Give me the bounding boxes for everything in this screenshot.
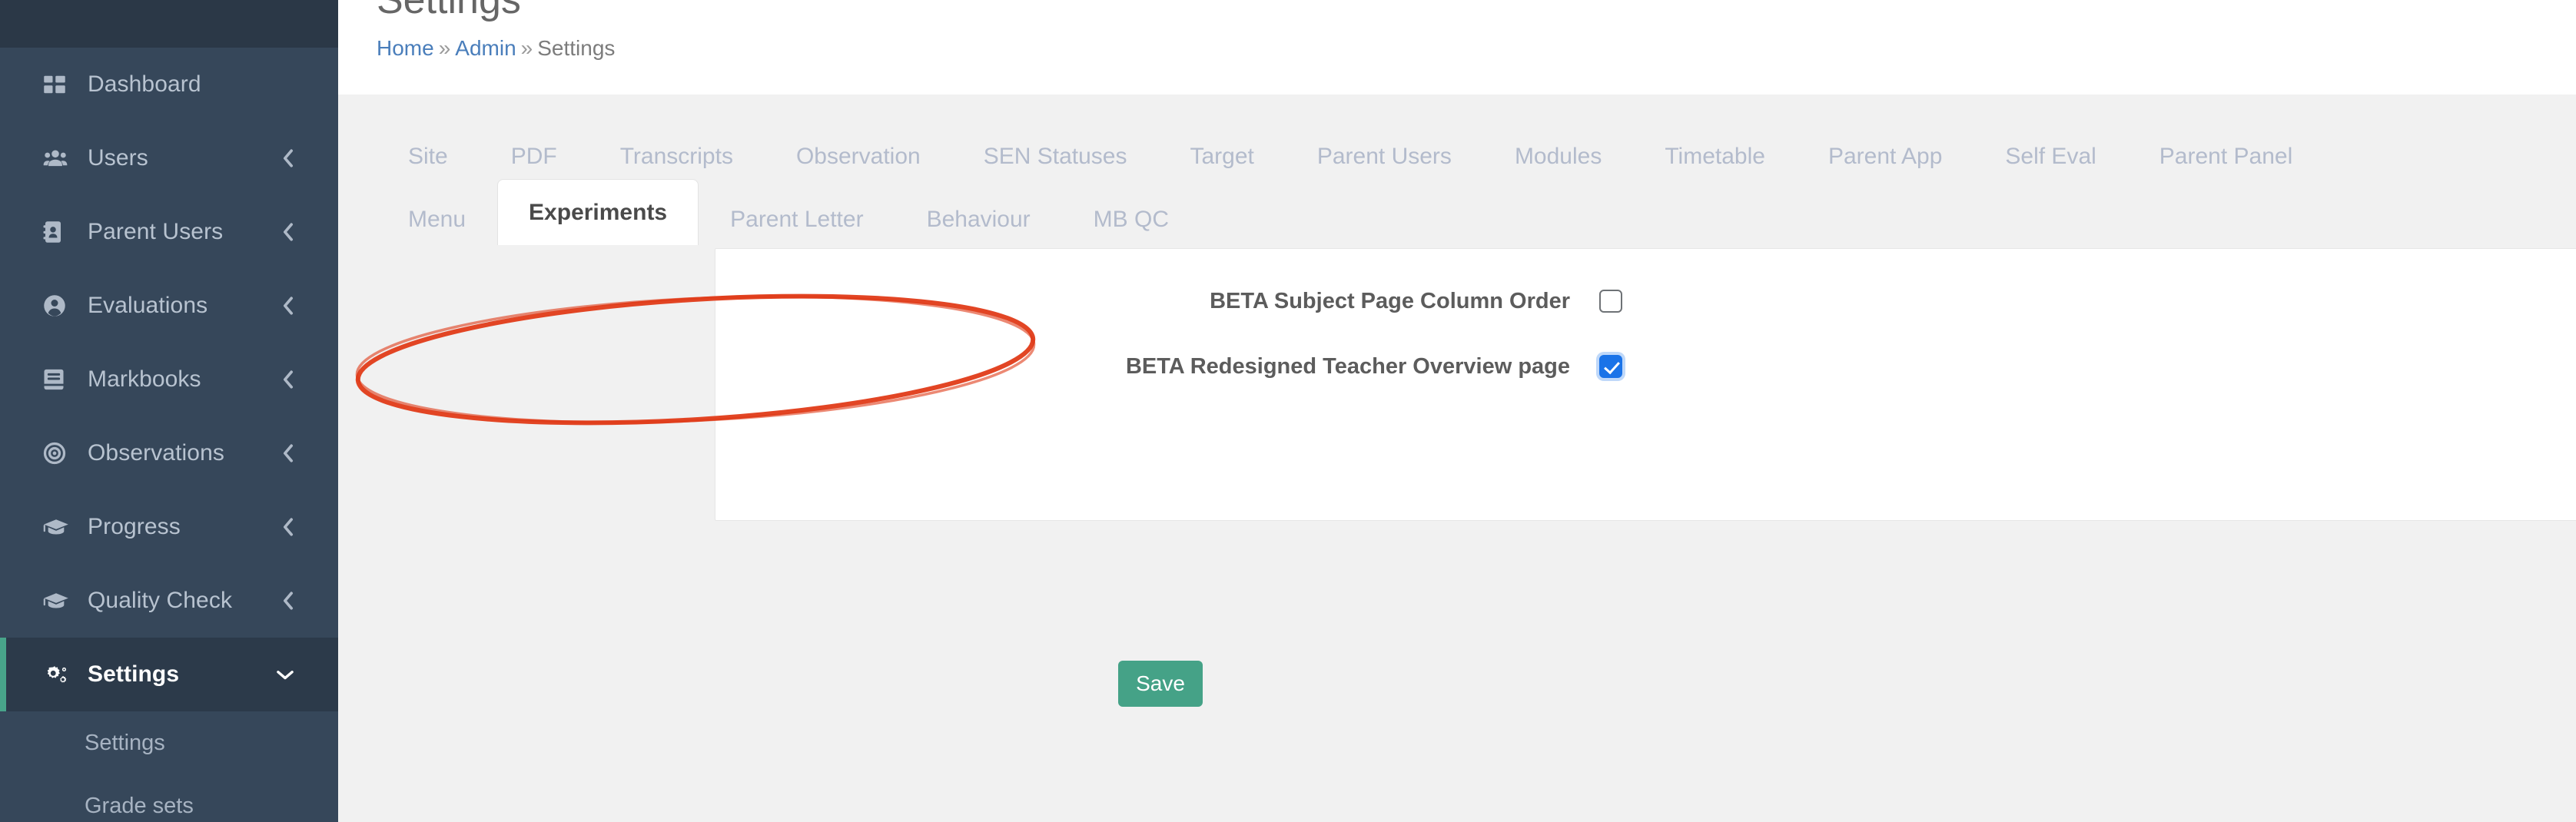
sidebar-item-settings[interactable]: Settings	[0, 638, 338, 711]
users-icon	[43, 147, 77, 170]
sidebar-subitem-grade-sets[interactable]: Grade sets	[0, 774, 338, 822]
tab-row-secondary: Menu Experiments Parent Letter Behaviour…	[377, 179, 2542, 245]
sidebar-item-label: Settings	[88, 661, 180, 687]
tab-site[interactable]: Site	[377, 130, 480, 182]
sidebar: Dashboard Users Parent Users Evaluations…	[0, 0, 338, 822]
app-root: Dashboard Users Parent Users Evaluations…	[0, 0, 2576, 822]
tab-modules[interactable]: Modules	[1483, 130, 1633, 182]
tab-observation[interactable]: Observation	[765, 130, 952, 182]
tab-target[interactable]: Target	[1158, 130, 1285, 182]
sidebar-item-evaluations[interactable]: Evaluations	[0, 269, 338, 343]
sidebar-item-label: Progress	[88, 514, 181, 539]
sidebar-item-label: Evaluations	[88, 293, 208, 318]
tab-row-primary: Site PDF Transcripts Observation SEN Sta…	[377, 119, 2542, 182]
settings-tabs: Site PDF Transcripts Observation SEN Sta…	[377, 119, 2542, 245]
breadcrumb-separator: »	[438, 36, 451, 60]
bullseye-icon	[43, 442, 77, 465]
setting-row-subject-page-column-order: BETA Subject Page Column Order	[715, 283, 1622, 319]
tab-timetable[interactable]: Timetable	[1633, 130, 1797, 182]
checkbox-redesigned-teacher-overview[interactable]	[1599, 355, 1622, 378]
sidebar-item-users[interactable]: Users	[0, 121, 338, 195]
tab-parent-panel[interactable]: Parent Panel	[2128, 130, 2324, 182]
sidebar-item-label: Dashboard	[88, 71, 201, 97]
breadcrumb-link-admin[interactable]: Admin	[455, 36, 516, 60]
sidebar-item-observations[interactable]: Observations	[0, 416, 338, 490]
tab-parent-letter[interactable]: Parent Letter	[699, 193, 895, 245]
chevron-left-icon[interactable]	[281, 442, 295, 464]
chevron-down-icon[interactable]	[275, 668, 295, 681]
chevron-left-icon[interactable]	[281, 295, 295, 317]
sidebar-item-label: Users	[88, 145, 148, 171]
chevron-left-icon[interactable]	[281, 147, 295, 169]
sidebar-item-parent-users[interactable]: Parent Users	[0, 195, 338, 269]
tab-menu[interactable]: Menu	[377, 193, 497, 245]
tab-experiments[interactable]: Experiments	[497, 179, 699, 245]
breadcrumb-link-home[interactable]: Home	[377, 36, 434, 60]
tab-pdf[interactable]: PDF	[480, 130, 589, 182]
gears-icon	[43, 663, 77, 686]
tab-transcripts[interactable]: Transcripts	[589, 130, 765, 182]
page-title: Settings	[377, 0, 521, 22]
sidebar-subnav-list: Settings Grade sets	[0, 711, 338, 822]
grid-icon	[43, 73, 77, 96]
tab-sen-statuses[interactable]: SEN Statuses	[952, 130, 1159, 182]
address-book-icon	[43, 220, 77, 244]
tab-parent-app[interactable]: Parent App	[1797, 130, 1973, 182]
sidebar-item-quality-check[interactable]: Quality Check	[0, 564, 338, 638]
sidebar-item-label: Quality Check	[88, 588, 233, 613]
sidebar-item-dashboard[interactable]: Dashboard	[0, 48, 338, 121]
chevron-left-icon[interactable]	[281, 221, 295, 243]
sidebar-item-progress[interactable]: Progress	[0, 490, 338, 564]
tab-behaviour[interactable]: Behaviour	[895, 193, 1062, 245]
tab-self-eval[interactable]: Self Eval	[1973, 130, 2127, 182]
sidebar-subitem-settings[interactable]: Settings	[0, 711, 338, 774]
breadcrumb-current: Settings	[537, 36, 616, 60]
graduation-cap-icon	[43, 517, 77, 537]
chevron-left-icon[interactable]	[281, 369, 295, 390]
sidebar-top-band	[0, 0, 338, 48]
tab-parent-users[interactable]: Parent Users	[1286, 130, 1483, 182]
sidebar-subitem-label: Settings	[85, 730, 165, 755]
sidebar-item-label: Markbooks	[88, 366, 201, 392]
experiments-panel: BETA Subject Page Column Order BETA Rede…	[715, 248, 2576, 707]
book-icon	[43, 368, 77, 391]
breadcrumb-separator: »	[520, 36, 533, 60]
user-circle-icon	[43, 294, 77, 317]
checkbox-subject-page-column-order[interactable]	[1599, 290, 1622, 313]
save-button[interactable]: Save	[1118, 661, 1203, 707]
page-header: Settings Home» Admin» Settings	[338, 0, 2576, 94]
tab-mb-qc[interactable]: MB QC	[1062, 193, 1200, 245]
sidebar-item-markbooks[interactable]: Markbooks	[0, 343, 338, 416]
setting-label: BETA Subject Page Column Order	[1210, 288, 1570, 313]
sidebar-item-label: Parent Users	[88, 219, 224, 244]
sidebar-subnav: Settings Grade sets	[0, 711, 338, 822]
chevron-left-icon[interactable]	[281, 590, 295, 612]
setting-label: BETA Redesigned Teacher Overview page	[1125, 353, 1570, 379]
chevron-left-icon[interactable]	[281, 516, 295, 538]
sidebar-item-label: Observations	[88, 440, 224, 466]
breadcrumb: Home» Admin» Settings	[377, 36, 615, 61]
main-content: Settings Home» Admin» Settings Site PDF Tr…	[338, 0, 2576, 822]
sidebar-nav-list: Dashboard Users Parent Users Evaluations…	[0, 48, 338, 822]
sidebar-subitem-label: Grade sets	[85, 793, 194, 818]
graduation-cap-icon	[43, 591, 77, 611]
setting-row-redesigned-teacher-overview: BETA Redesigned Teacher Overview page	[715, 349, 1622, 384]
